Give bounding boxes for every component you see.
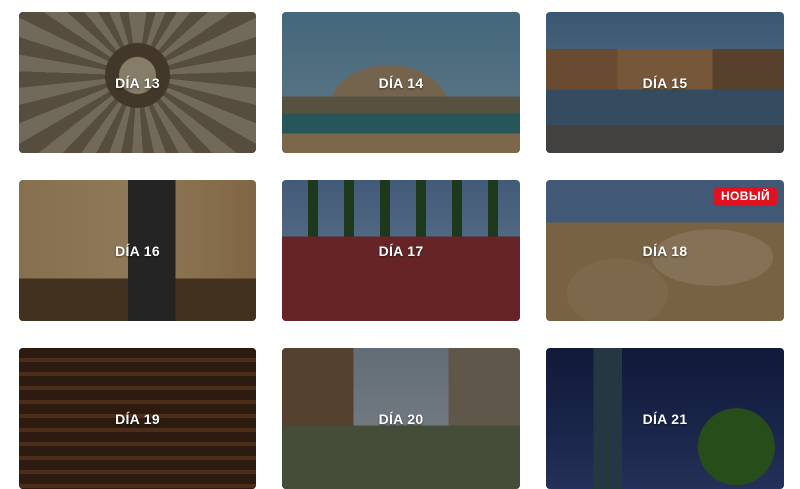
card-title: DÍA 17 bbox=[378, 242, 424, 259]
card-title: DÍA 13 bbox=[115, 74, 160, 91]
new-badge: НОВЫЙ bbox=[713, 187, 777, 206]
card-title: DÍA 21 bbox=[642, 410, 688, 427]
day-card[interactable]: DÍA 19 bbox=[19, 348, 256, 489]
day-card[interactable]: DÍA 16 bbox=[19, 180, 256, 321]
card-title: DÍA 20 bbox=[378, 410, 424, 427]
card-title: DÍA 16 bbox=[115, 242, 160, 259]
day-card[interactable]: DÍA 15 bbox=[546, 12, 784, 153]
day-card[interactable]: DÍA 20 bbox=[282, 348, 520, 489]
card-title: DÍA 19 bbox=[115, 410, 160, 427]
day-card[interactable]: DÍA 14 bbox=[282, 12, 520, 153]
day-card[interactable]: DÍA 17 bbox=[282, 180, 520, 321]
day-cards-grid: DÍA 13 DÍA 14 DÍA 15 DÍA 16 DÍA 17 НОВЫЙ… bbox=[19, 12, 784, 489]
card-title: DÍA 15 bbox=[642, 74, 688, 91]
card-title: DÍA 18 bbox=[642, 242, 688, 259]
day-card[interactable]: DÍA 13 bbox=[19, 12, 256, 153]
day-card[interactable]: НОВЫЙ DÍA 18 bbox=[546, 180, 784, 321]
day-card[interactable]: DÍA 21 bbox=[546, 348, 784, 489]
card-title: DÍA 14 bbox=[378, 74, 424, 91]
